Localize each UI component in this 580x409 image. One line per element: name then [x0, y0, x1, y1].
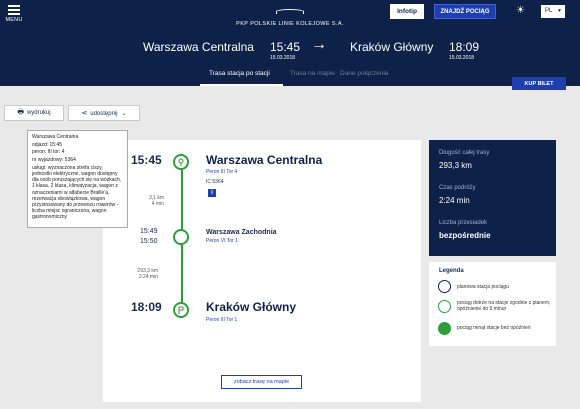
logo-text: PKP POLSKIE LINIE KOLEJOWE S.A.	[236, 21, 344, 27]
transfers-label: Liczba przesiadek	[439, 220, 488, 226]
tab-route-by-station[interactable]: Trasa stacja po stacji	[209, 70, 270, 77]
pkp-logo-icon	[272, 7, 308, 16]
duration-value: 2:24 min	[439, 196, 470, 205]
tab-connection-details[interactable]: Dane połączenia	[340, 70, 388, 77]
planned-station-icon	[438, 280, 451, 293]
tooltip-line: Warszawa Centralna	[32, 134, 79, 140]
view-route-on-map-button[interactable]: zobacz trasę na mapie	[221, 375, 302, 389]
share-label: udostępnij	[90, 111, 118, 117]
share-icon: ⋖	[81, 110, 88, 117]
duration-label: Czas podróży	[439, 185, 476, 191]
info-icon[interactable]: i	[208, 189, 216, 197]
tooltip-line: odjazd: 15:45	[32, 141, 63, 148]
station-platform: Peron III Tor 4	[206, 169, 238, 175]
on-time-station-icon	[438, 300, 451, 313]
find-train-button[interactable]: ZNAJDŹ POCIĄG	[434, 4, 496, 19]
flag-icon	[178, 306, 184, 314]
segment-info: 3,1 km 4 min	[124, 195, 164, 207]
arrival-time: 18:09	[449, 40, 480, 54]
printer-icon: 🖶	[17, 108, 24, 116]
tab-route-on-map[interactable]: Trasa na mapie	[290, 70, 335, 77]
segment-info: 293,3 km 2:24 min	[118, 268, 158, 280]
arrival-date: 15.03.2018	[449, 55, 475, 61]
infotip-button[interactable]: Infotip	[390, 4, 424, 19]
language-select[interactable]: PL ▼	[541, 5, 565, 18]
station-node-middle	[173, 229, 189, 245]
segment-duration: 2:24 min	[138, 274, 158, 280]
top-navbar: MENU PKP POLSKIE LINIE KOLEJOWE S.A. Inf…	[0, 0, 580, 28]
chevron-down-icon: ⌄	[121, 111, 127, 117]
tooltip-line: peron: III tor: 4	[32, 149, 65, 156]
tab-bar: Trasa stacja po stacji Trasa na mapie Da…	[0, 68, 580, 86]
to-station: Kraków Główny	[350, 40, 434, 54]
train-number: IC 5364	[206, 179, 224, 185]
segment-duration: 4 min	[151, 201, 164, 207]
chevron-down-icon: ▼	[557, 8, 562, 14]
station-time: 15:45	[131, 153, 162, 167]
passed-station-icon	[438, 322, 451, 335]
print-label: wydrukuj	[26, 109, 51, 116]
legend-item: pociąg dotrze na stacje zgodnie z planem…	[457, 300, 551, 312]
station-node-end	[173, 302, 189, 318]
contrast-toggle-icon[interactable]: ☀	[516, 6, 526, 16]
station-tooltip: Warszawa Centralna odjazd: 15:45 peron: …	[27, 130, 128, 228]
route-header: Warszawa Centralna 15:45 15.03.2018 → Kr…	[0, 28, 580, 86]
departure-time: 15:45	[270, 40, 301, 54]
departure-time-small: 15:50	[140, 238, 158, 245]
from-station: Warszawa Centralna	[143, 40, 254, 54]
station-name[interactable]: Warszawa Centralna	[206, 153, 322, 167]
active-tab-indicator	[200, 84, 283, 86]
length-label: Długość całej trasy	[439, 150, 490, 156]
length-value: 293,3 km	[439, 161, 472, 170]
station-name[interactable]: Kraków Główny	[206, 300, 296, 314]
print-button[interactable]: 🖶 wydrukuj	[4, 105, 64, 121]
legend-item: planowa stacja pociągu	[457, 284, 509, 290]
map-pin-icon	[178, 158, 184, 166]
tooltip-line: usługi: wyznaczona strefa ciszy, jednost…	[32, 164, 122, 221]
legend-title: Legenda	[439, 268, 464, 274]
tooltip-line: nr wyjazdowy: 5364	[32, 157, 76, 164]
station-time: 18:09	[131, 300, 162, 314]
legend-panel: Legenda planowa stacja pociągu pociąg do…	[429, 262, 556, 346]
station-platform: Peron VI Tor 1	[206, 238, 238, 244]
station-name[interactable]: Warszawa Zachodnia	[206, 229, 277, 236]
legend-item: pociąg minął stacje bez opóźnień	[457, 325, 531, 331]
share-button[interactable]: ⋖ udostępnij ⌄	[68, 105, 140, 121]
arrival-time-small: 15:49	[140, 228, 158, 235]
trip-summary-panel: Długość całej trasy 293,3 km Czas podróż…	[429, 140, 556, 256]
arrow-right-icon: →	[311, 36, 327, 53]
station-node-start	[173, 154, 189, 170]
buy-ticket-button[interactable]: KUP BILET	[512, 77, 566, 90]
transfers-value: bezpośrednie	[439, 231, 491, 240]
departure-date: 15.03.2018	[270, 55, 296, 61]
language-value: PL	[545, 8, 553, 14]
station-platform: Peron III Tor 1	[206, 317, 238, 323]
